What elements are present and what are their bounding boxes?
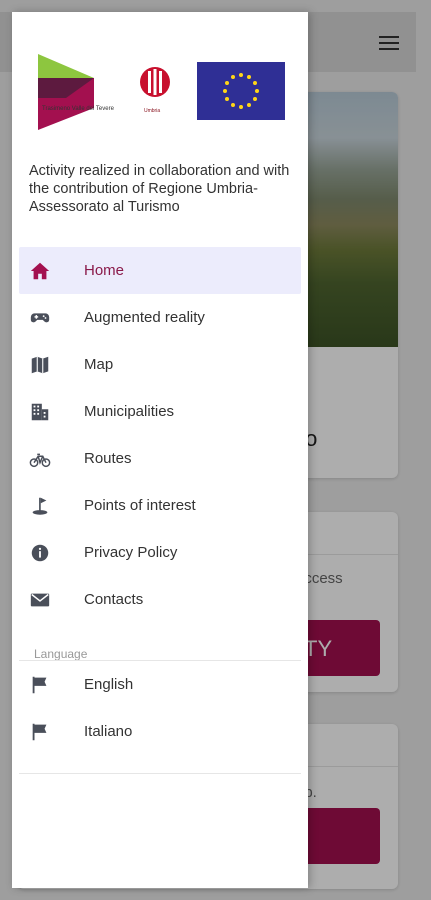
nav-item-label: Routes — [84, 450, 132, 467]
nav-item-label: Home — [84, 262, 125, 279]
partner-logos: Trasimeno Valle del Tevere Umbria — [12, 12, 308, 152]
nav-item-routes[interactable]: Routes — [12, 435, 308, 482]
gamepad-icon — [30, 313, 50, 323]
main-navigation: Home Augmented reality Map Municipalitie… — [12, 247, 308, 623]
map-icon — [31, 356, 49, 374]
nav-item-label: Augmented reality — [84, 309, 205, 326]
collaboration-note: Activity realized in collaboration and w… — [29, 163, 290, 215]
language-item-italiano[interactable]: Italiano — [12, 709, 308, 755]
nav-item-home[interactable]: Home — [19, 247, 301, 294]
nav-item-label: Points of interest — [84, 497, 196, 514]
language-label: Italiano — [84, 723, 133, 740]
divider — [19, 660, 301, 661]
language-section-label: Language — [34, 647, 88, 661]
home-icon — [30, 262, 50, 280]
flag-icon — [32, 676, 47, 694]
nav-item-privacy-policy[interactable]: Privacy Policy — [12, 529, 308, 576]
trasimeno-logo — [38, 54, 94, 130]
umbria-logo — [140, 67, 170, 97]
nav-item-municipalities[interactable]: Municipalities — [12, 388, 308, 435]
nav-item-label: Municipalities — [84, 403, 175, 420]
nav-item-augmented-reality[interactable]: Augmented reality — [12, 294, 308, 341]
nav-item-points-of-interest[interactable]: Points of interest — [12, 482, 308, 529]
building-icon — [31, 403, 49, 421]
trasimeno-logo-text: Trasimeno Valle del Tevere — [42, 106, 114, 112]
bicycle-icon — [29, 453, 51, 468]
nav-item-label: Contacts — [84, 591, 144, 608]
golf-flag-icon — [32, 497, 48, 515]
nav-item-map[interactable]: Map — [12, 341, 308, 388]
nav-item-contacts[interactable]: Contacts — [12, 576, 308, 623]
divider — [19, 773, 301, 774]
mail-icon — [30, 593, 50, 607]
eu-flag-logo — [197, 62, 285, 120]
nav-item-label: Map — [84, 356, 114, 373]
navigation-drawer: Trasimeno Valle del Tevere Umbria Activi… — [12, 12, 308, 888]
info-icon — [31, 544, 49, 562]
language-item-english[interactable]: English — [12, 662, 308, 708]
language-label: English — [84, 676, 134, 693]
flag-icon — [32, 723, 47, 741]
umbria-logo-text: Umbria — [144, 108, 161, 114]
nav-item-label: Privacy Policy — [84, 544, 178, 561]
